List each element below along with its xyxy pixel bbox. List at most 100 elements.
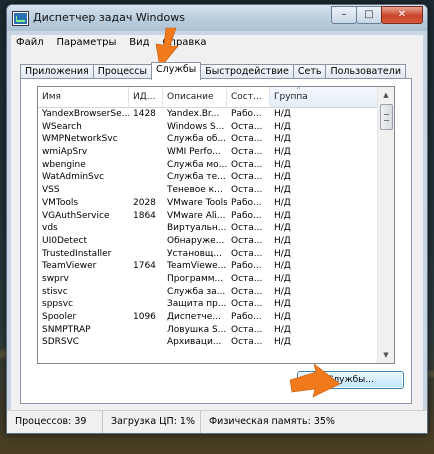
table-row[interactable]: SNMPTRAP Ловушка S... Оста... Н/Д: [38, 324, 378, 337]
cell-status: Оста...: [231, 185, 263, 196]
cell-status: Оста...: [231, 286, 263, 297]
services-button[interactable]: Службы...: [297, 371, 404, 389]
maximize-button[interactable]: □: [356, 6, 382, 24]
table-row[interactable]: WatAdminSvc Служба те... Оста... Н/Д: [38, 171, 378, 184]
cell-description: Служба за...: [167, 286, 226, 297]
list-header: Имя ИД... Описание Сост... Группа ^: [38, 87, 378, 108]
cell-pid: [129, 235, 163, 248]
tab-services[interactable]: Службы: [151, 62, 202, 80]
table-row[interactable]: WMPNetworkSvc Служба об... Оста... Н/Д: [38, 133, 378, 146]
status-memory: Физическая память: 35%: [209, 416, 335, 427]
menu-options[interactable]: Параметры: [52, 35, 122, 48]
title-bar[interactable]: Диспетчер задач Windows – □ ✕: [7, 5, 427, 31]
cell-description: Windows S...: [167, 121, 225, 132]
cell-name: Spooler: [42, 312, 77, 322]
cell-group: Н/Д: [274, 172, 291, 183]
cell-status: Оста...: [231, 248, 263, 259]
menu-help[interactable]: Справка: [157, 35, 211, 48]
cell-name: wbengine: [42, 159, 86, 170]
cell-pid: [129, 324, 163, 337]
cell-name: YandexBrowserSe...: [42, 109, 129, 119]
cell-group: Н/Д: [274, 337, 291, 348]
services-list[interactable]: Имя ИД... Описание Сост... Группа ^ Yande…: [37, 86, 395, 364]
cell-group: Н/Д: [274, 223, 291, 234]
minimize-button[interactable]: –: [331, 6, 357, 24]
column-header-pid[interactable]: ИД...: [129, 87, 163, 107]
menu-bar: Файл Параметры Вид Справка: [11, 35, 423, 53]
cell-pid: [129, 121, 163, 134]
cell-pid: [129, 146, 163, 159]
cell-pid: [129, 298, 163, 311]
cell-status: Оста...: [231, 337, 263, 348]
sort-indicator-icon: ^: [296, 87, 302, 94]
cell-description: Установщ...: [167, 248, 222, 259]
table-row[interactable]: wmiApSrv WMI Perfo... Оста... Н/Д: [38, 146, 378, 159]
close-button[interactable]: ✕: [381, 6, 423, 24]
status-processes: Процессов: 39: [7, 411, 103, 433]
cell-name: WatAdminSvc: [42, 172, 105, 183]
cell-pid: [129, 184, 163, 197]
cell-description: Архиваци...: [167, 337, 222, 348]
cell-status: Оста...: [231, 273, 263, 284]
cell-description: Диспетче...: [167, 312, 221, 322]
vertical-scrollbar[interactable]: ▲ ▼: [377, 87, 394, 363]
table-row[interactable]: Spooler 1096 Диспетче... Рабо... Н/Д: [38, 311, 378, 324]
cell-pid: [129, 222, 163, 235]
table-row[interactable]: SDRSVC Архиваци... Оста... Н/Д: [38, 336, 378, 349]
column-header-group[interactable]: Группа ^: [270, 87, 378, 107]
cell-pid: 1764: [133, 261, 156, 272]
table-row[interactable]: UI0Detect Обнаруже... Оста... Н/Д: [38, 235, 378, 248]
scroll-down-arrow-icon[interactable]: ▼: [378, 347, 394, 363]
cell-status: Рабо...: [231, 261, 262, 272]
scroll-up-arrow-icon[interactable]: ▲: [378, 87, 394, 103]
cell-description: VMware Tools: [167, 197, 227, 208]
cell-status: Рабо...: [231, 210, 262, 221]
cell-name: SNMPTRAP: [42, 324, 91, 335]
table-row[interactable]: sppsvc Защита пр... Оста... Н/Д: [38, 298, 378, 311]
cell-name: stisvc: [42, 286, 68, 297]
menu-view[interactable]: Вид: [124, 35, 154, 48]
menu-file[interactable]: Файл: [11, 35, 49, 48]
cell-group: Н/Д: [274, 312, 291, 322]
table-row[interactable]: swprv Программ... Оста... Н/Д: [38, 273, 378, 286]
cell-status: Оста...: [231, 134, 263, 145]
cell-group: Н/Д: [274, 248, 291, 259]
scrollbar-thumb[interactable]: [380, 104, 393, 130]
table-row[interactable]: VSS Теневое к... Оста... Н/Д: [38, 184, 378, 197]
cell-description: TeamViewe...: [167, 261, 227, 272]
table-row[interactable]: vds Виртуальн... Оста... Н/Д: [38, 222, 378, 235]
table-row[interactable]: VGAuthService 1864 VMware Ali... Рабо... Н/Д: [38, 210, 378, 223]
cell-name: WMPNetworkSvc: [42, 134, 118, 145]
cell-name: WSearch: [42, 121, 82, 132]
cell-pid: 2028: [133, 197, 156, 208]
table-row[interactable]: YandexBrowserSe... 1428 Yandex.Br... Рабо..…: [38, 108, 378, 121]
column-header-group-label: Группа: [274, 92, 308, 102]
cell-status: Оста...: [231, 235, 263, 246]
table-row[interactable]: stisvc Служба за... Оста... Н/Д: [38, 286, 378, 299]
table-row[interactable]: WSearch Windows S... Оста... Н/Д: [38, 121, 378, 134]
column-header-description[interactable]: Описание: [163, 87, 227, 107]
table-row[interactable]: wbengine Служба мо... Оста... Н/Д: [38, 159, 378, 172]
table-row[interactable]: VMTools 2028 VMware Tools Рабо... Н/Д: [38, 197, 378, 210]
table-row[interactable]: TrustedInstaller Установщ... Оста... Н/Д: [38, 248, 378, 261]
cell-name: swprv: [42, 273, 69, 284]
cell-group: Н/Д: [274, 210, 291, 221]
list-rows: YandexBrowserSe... 1428 Yandex.Br... Рабо..…: [38, 108, 378, 349]
cell-description: Теневое к...: [167, 185, 223, 196]
column-header-name[interactable]: Имя: [38, 87, 129, 107]
cell-name: SDRSVC: [42, 337, 80, 348]
cell-pid: [129, 286, 163, 299]
cell-group: Н/Д: [274, 273, 291, 284]
cell-name: TeamViewer: [42, 261, 97, 272]
cell-pid: 1096: [133, 312, 156, 322]
table-row[interactable]: TeamViewer 1764 TeamViewe... Рабо... Н/Д: [38, 260, 378, 273]
cell-status: Оста...: [231, 324, 263, 335]
cell-group: Н/Д: [274, 109, 291, 119]
cell-name: wmiApSrv: [42, 147, 88, 158]
cell-description: Служба те...: [167, 172, 226, 183]
cell-pid: [129, 159, 163, 172]
column-header-status[interactable]: Сост...: [227, 87, 270, 107]
cell-status: Рабо...: [231, 312, 262, 322]
cell-description: Программ...: [167, 273, 224, 284]
cell-group: Н/Д: [274, 324, 291, 335]
